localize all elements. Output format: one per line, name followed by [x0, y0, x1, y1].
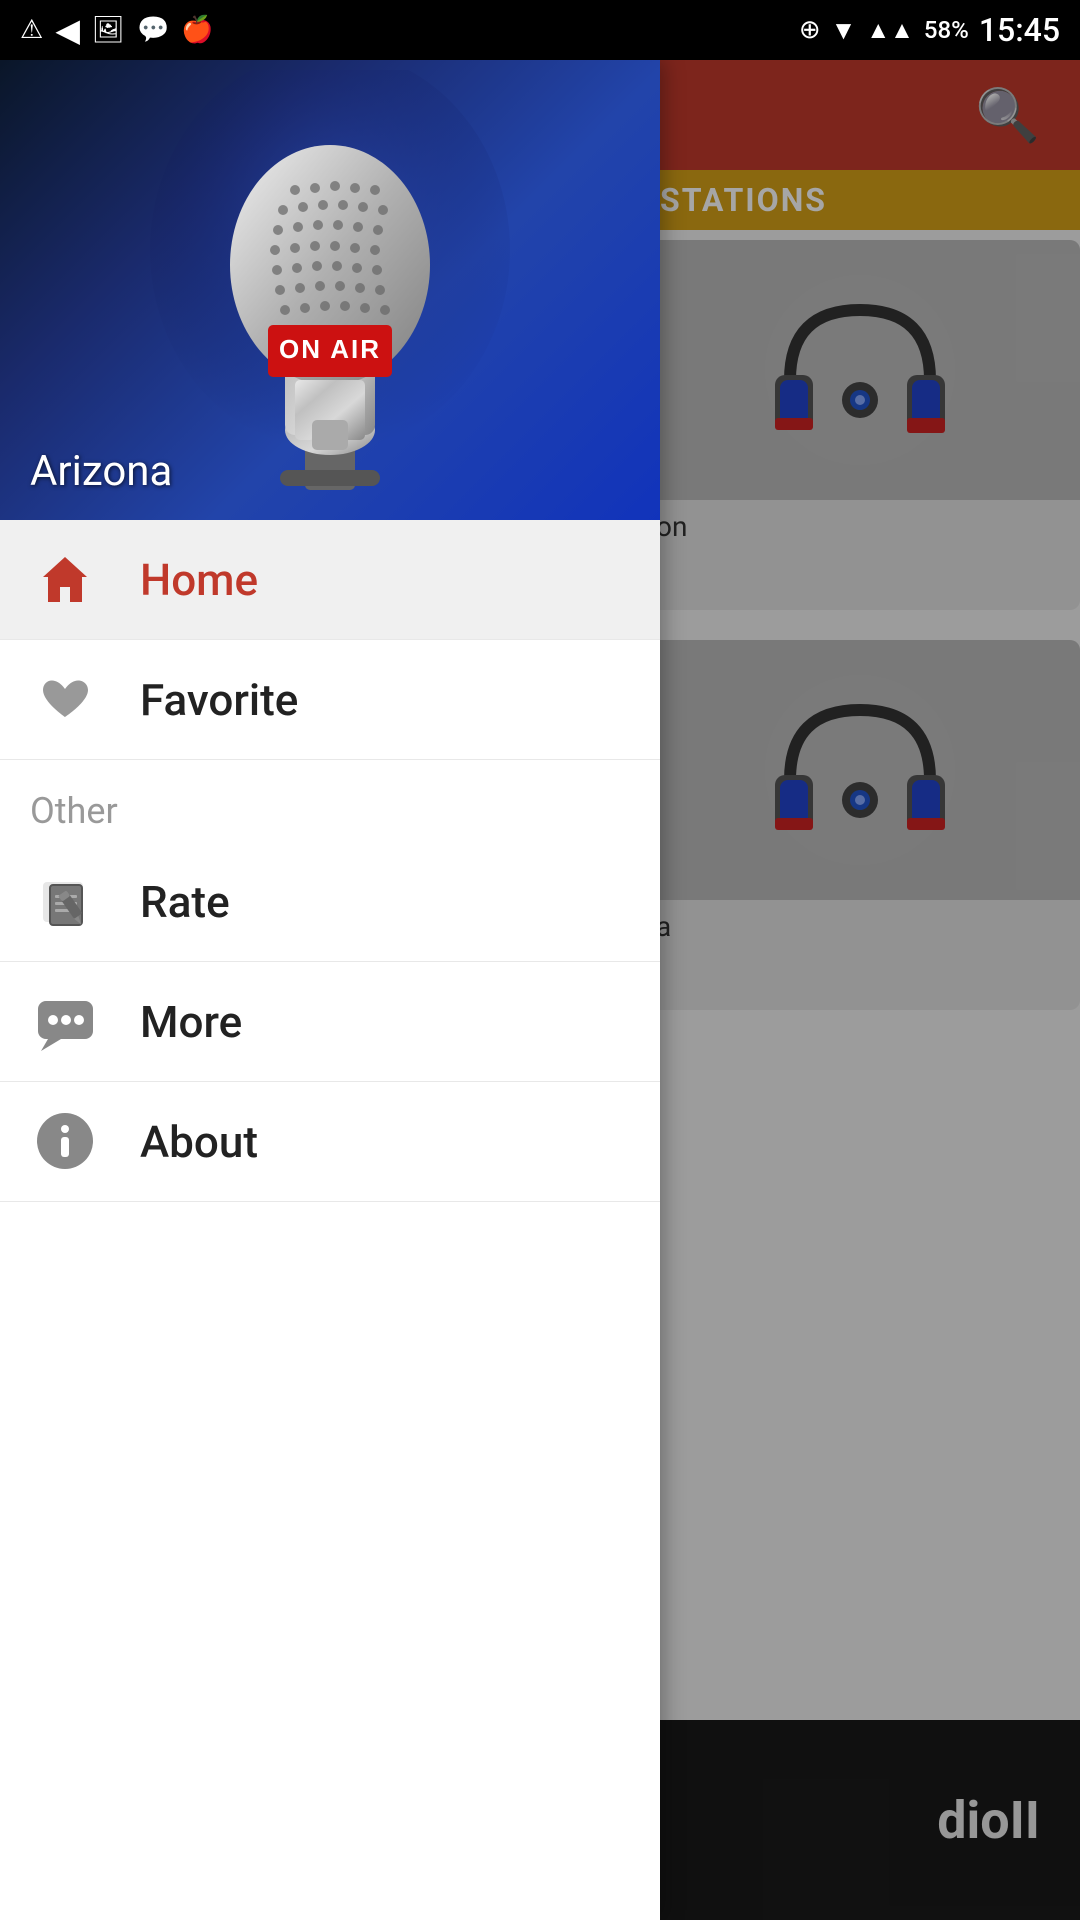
status-bar-right: ⊕ ▼ ▲▲ 58% 15:45: [799, 11, 1060, 49]
nav-item-home[interactable]: Home: [0, 520, 660, 640]
navigation-drawer: ON AIR Arizona Home: [0, 60, 660, 1920]
drawer-hero: ON AIR Arizona: [0, 60, 660, 520]
rate-icon: [30, 867, 100, 937]
more-icon: [30, 987, 100, 1057]
more-label: More: [140, 996, 242, 1048]
svg-text:ON AIR: ON AIR: [279, 334, 381, 364]
home-label: Home: [140, 554, 258, 606]
status-bar-left: ⚠ ◀ 🖼 💬 🍎: [20, 11, 214, 49]
back-icon: ◀: [55, 11, 80, 49]
nav-item-more[interactable]: More: [0, 962, 660, 1082]
wifi-icon: ▼: [831, 15, 857, 46]
add-icon: ⊕: [799, 15, 821, 45]
nav-section-main: Home Favorite: [0, 520, 660, 760]
home-icon: [30, 545, 100, 615]
app-icon: 🍎: [181, 15, 213, 45]
hero-city-label: Arizona: [30, 447, 172, 496]
nav-item-rate[interactable]: Rate: [0, 842, 660, 962]
nav-item-about[interactable]: About: [0, 1082, 660, 1202]
battery-indicator: 58%: [924, 16, 969, 44]
gallery-icon: 🖼: [92, 15, 125, 45]
about-label: About: [140, 1116, 258, 1168]
favorite-label: Favorite: [140, 674, 298, 726]
other-section-header: Other: [0, 760, 660, 842]
clock: 15:45: [979, 11, 1060, 49]
status-bar: ⚠ ◀ 🖼 💬 🍎 ⊕ ▼ ▲▲ 58% 15:45: [0, 0, 1080, 60]
other-section: Other: [0, 760, 660, 1202]
nav-item-favorite[interactable]: Favorite: [0, 640, 660, 760]
message-icon: 💬: [137, 15, 169, 45]
drawer-scrim[interactable]: [660, 60, 1080, 1920]
alert-icon: ⚠: [20, 15, 43, 45]
main-container: 🔍 STATIONS: [0, 60, 1080, 1920]
signal-icon: ▲▲: [866, 16, 914, 45]
rate-label: Rate: [140, 876, 230, 928]
about-icon: [30, 1107, 100, 1177]
favorite-icon: [30, 665, 100, 735]
